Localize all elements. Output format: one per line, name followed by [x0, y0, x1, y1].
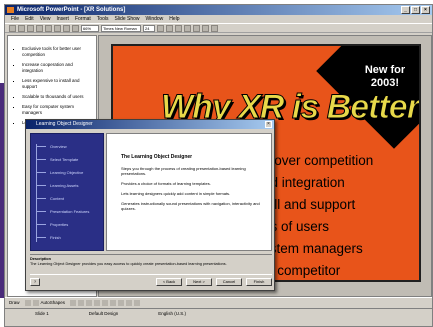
- line-icon[interactable]: [70, 299, 77, 306]
- outline-item[interactable]: Less expensive to install and support: [22, 78, 92, 90]
- status-template: Default Design: [88, 311, 119, 316]
- wizard-steps-panel: Overview Select Template Learning Object…: [30, 133, 104, 251]
- line-color-icon[interactable]: [126, 299, 133, 306]
- window-title: Microsoft PowerPoint - [XR Solutions]: [17, 7, 126, 13]
- arrow-icon[interactable]: [78, 299, 85, 306]
- title-bar: Microsoft PowerPoint - [XR Solutions] _ …: [5, 5, 432, 15]
- rectangle-icon[interactable]: [86, 299, 93, 306]
- next-button[interactable]: Next >: [186, 277, 212, 286]
- align-center-icon[interactable]: [193, 24, 200, 32]
- new-icon[interactable]: [9, 24, 16, 32]
- wizard-paragraph: Provides a choice of formats of learning…: [121, 181, 211, 186]
- wizard-step[interactable]: Content: [36, 192, 89, 205]
- status-bar: Slide 1 Default Design English (U.S.): [5, 308, 432, 318]
- rotate-icon[interactable]: [32, 299, 39, 306]
- textbox-icon[interactable]: [102, 299, 109, 306]
- menu-format[interactable]: Format: [75, 15, 91, 23]
- slide-bullet: ystem managers: [263, 241, 363, 256]
- wizard-paragraph: Generates instructionally sound presenta…: [121, 201, 260, 211]
- wizard-step[interactable]: Learning Objective: [36, 166, 89, 179]
- finish-button[interactable]: Finish: [246, 277, 272, 286]
- wizard-description: Description The Learning Object Designer…: [30, 254, 272, 270]
- italic-icon[interactable]: [166, 24, 173, 32]
- autoshapes-menu[interactable]: AutoShapes: [41, 300, 66, 305]
- slide-corner-text: New for 2003!: [364, 64, 406, 89]
- bullets-icon[interactable]: [202, 24, 209, 32]
- minimize-button[interactable]: _: [401, 6, 410, 14]
- help-button[interactable]: ?: [30, 277, 40, 286]
- outline-item[interactable]: Easy for computer system managers: [22, 104, 92, 116]
- draw-menu[interactable]: Draw: [9, 300, 20, 305]
- wizard-step[interactable]: Presentation Features: [36, 205, 89, 218]
- fill-color-icon[interactable]: [118, 299, 125, 306]
- shadow-icon[interactable]: [134, 299, 141, 306]
- bold-icon[interactable]: [157, 24, 164, 32]
- menu-bar: File Edit View Insert Format Tools Slide…: [5, 15, 432, 23]
- font-color-icon[interactable]: [211, 24, 218, 32]
- wizard-step[interactable]: Properties: [36, 218, 89, 231]
- wizard-step[interactable]: Finish: [36, 231, 89, 244]
- undo-icon[interactable]: [72, 24, 79, 32]
- learning-object-designer-dialog: Learning Object Designer × Overview Sele…: [25, 119, 275, 291]
- dialog-close-button[interactable]: ×: [265, 121, 272, 128]
- menu-tools[interactable]: Tools: [97, 15, 109, 23]
- wizard-content-panel: The Learning Object Designer Steps you t…: [106, 133, 272, 251]
- outline-item[interactable]: Increase cooperation and integration: [22, 62, 92, 74]
- underline-icon[interactable]: [175, 24, 182, 32]
- oval-icon[interactable]: [94, 299, 101, 306]
- copy-icon[interactable]: [54, 24, 61, 32]
- outline-item[interactable]: Scalable to thousands of users: [22, 94, 92, 100]
- slide-bullet: e over competition: [263, 153, 374, 168]
- wizard-paragraph: Steps you through the process of creatin…: [121, 166, 246, 176]
- menu-file[interactable]: File: [11, 15, 19, 23]
- back-button[interactable]: < Back: [156, 277, 182, 286]
- menu-view[interactable]: View: [40, 15, 51, 23]
- font-select[interactable]: Times New Roman: [101, 24, 141, 32]
- menu-window[interactable]: Window: [146, 15, 164, 23]
- select-icon[interactable]: [24, 299, 31, 306]
- menu-help[interactable]: Help: [169, 15, 179, 23]
- powerpoint-icon: [7, 7, 14, 13]
- open-icon[interactable]: [18, 24, 25, 32]
- wizard-buttons: ? < Back Next > Cancel Finish: [30, 274, 272, 286]
- print-icon[interactable]: [36, 24, 43, 32]
- description-text: The Learning Object Designer provides yo…: [30, 261, 227, 266]
- wizard-step[interactable]: Learning Assets: [36, 179, 89, 192]
- standard-toolbar: 66% Times New Roman 24: [5, 23, 432, 33]
- save-icon[interactable]: [27, 24, 34, 32]
- status-slide: Slide 1: [35, 311, 49, 316]
- menu-edit[interactable]: Edit: [25, 15, 34, 23]
- wordart-icon[interactable]: [110, 299, 117, 306]
- cut-icon[interactable]: [45, 24, 52, 32]
- font-size-select[interactable]: 24: [143, 24, 155, 32]
- paste-icon[interactable]: [63, 24, 70, 32]
- slide-body[interactable]: e over competition nd integration tall a…: [263, 150, 374, 280]
- wizard-step[interactable]: Overview: [36, 140, 89, 153]
- dialog-title: Learning Object Designer: [36, 121, 93, 127]
- slide-bullet: tall and support: [263, 197, 356, 212]
- zoom-select[interactable]: 66%: [81, 24, 99, 32]
- maximize-button[interactable]: □: [411, 6, 420, 14]
- wizard-step[interactable]: Select Template: [36, 153, 89, 166]
- drawing-toolbar: Draw AutoShapes: [5, 297, 432, 307]
- wizard-heading: The Learning Object Designer: [121, 154, 193, 160]
- close-button[interactable]: ×: [421, 6, 430, 14]
- menu-slideshow[interactable]: Slide Show: [114, 15, 139, 23]
- wizard-paragraph: Lets learning designers quickly add cont…: [121, 191, 231, 196]
- outline-item[interactable]: Exclusive tools for better user competit…: [22, 46, 92, 58]
- menu-insert[interactable]: Insert: [56, 15, 69, 23]
- align-left-icon[interactable]: [184, 24, 191, 32]
- slide-bullet: ds of users: [263, 219, 330, 234]
- cancel-button[interactable]: Cancel: [216, 277, 242, 286]
- dialog-title-bar: Learning Object Designer ×: [26, 120, 274, 129]
- status-language: English (U.S.): [158, 311, 187, 316]
- slide-bullet: nd integration: [263, 175, 345, 190]
- slide-bullet: st competitor: [263, 263, 341, 278]
